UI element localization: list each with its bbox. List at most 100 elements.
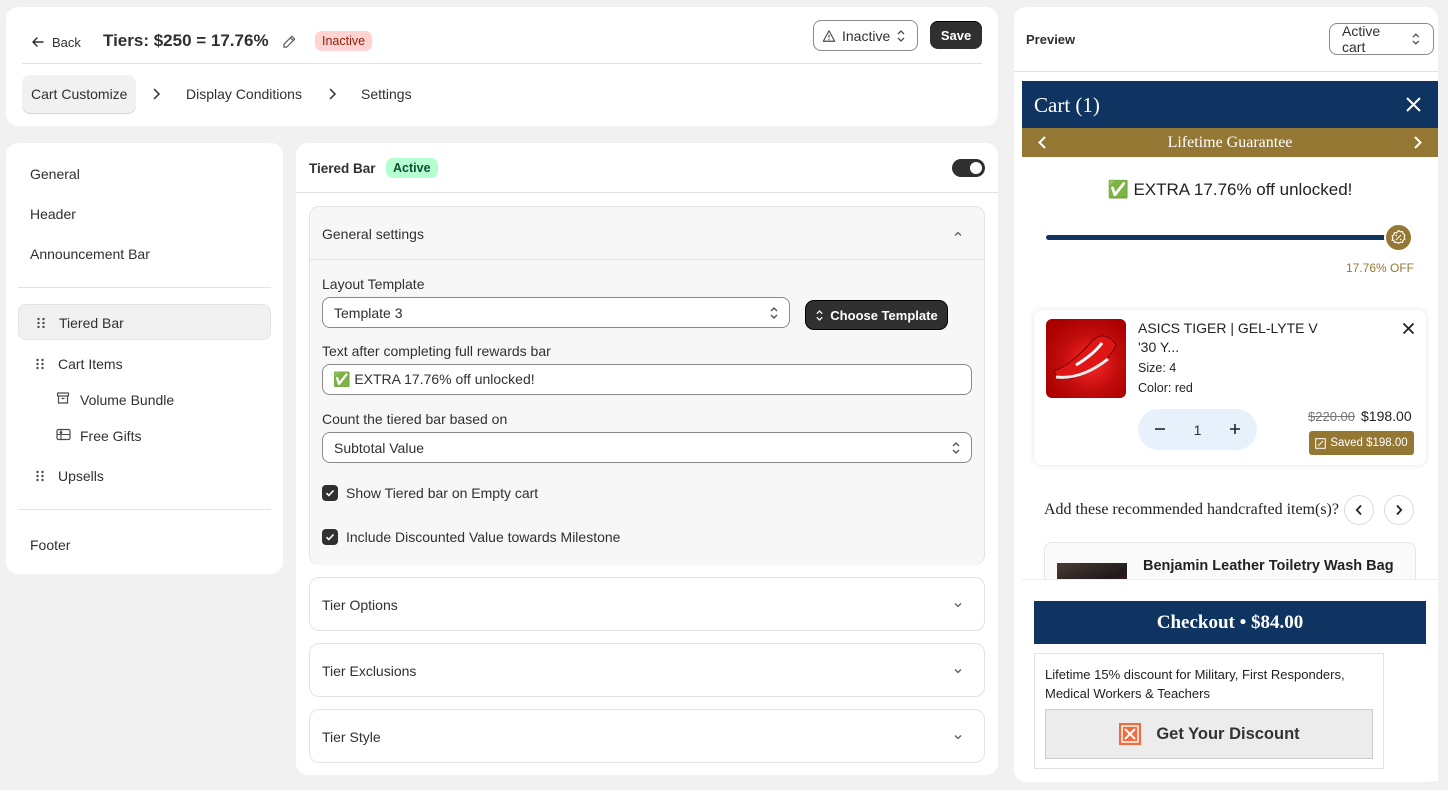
original-price: $220.00: [1308, 409, 1355, 424]
layout-template-label: Layout Template: [322, 276, 425, 292]
panel-title: Tiered Bar: [309, 161, 376, 176]
recommend-prev-button[interactable]: [1344, 495, 1374, 525]
layout-template-select[interactable]: Template 3: [322, 297, 790, 328]
sidebar-item-header[interactable]: Header: [30, 206, 76, 222]
tier-options-section[interactable]: Tier Options: [309, 577, 985, 631]
sidebar-divider: [18, 287, 271, 288]
chevron-up-icon[interactable]: [952, 227, 964, 243]
completion-text-value: ✅ EXTRA 17.76% off unlocked!: [333, 371, 535, 387]
page-title: Tiers: $250 = 17.76%: [103, 31, 269, 50]
chevron-down-icon[interactable]: [952, 730, 964, 746]
top-bar-card: Back Tiers: $250 = 17.76% Inactive Inact…: [6, 7, 998, 126]
step-display-conditions[interactable]: Display Conditions: [186, 75, 302, 113]
back-button[interactable]: Back: [30, 34, 81, 50]
cart-drawer-preview: Cart (1) Lifetime Guarantee ✅ EXTRA 17.7…: [1022, 81, 1438, 781]
drag-handle-icon[interactable]: [36, 316, 46, 332]
gift-card-icon: [56, 428, 71, 444]
enable-toggle[interactable]: [952, 159, 985, 177]
product-color: Color: red: [1138, 381, 1193, 395]
back-label: Back: [52, 34, 81, 50]
sidebar-item-tiered-bar[interactable]: [18, 304, 271, 340]
step-cart-customize[interactable]: Cart Customize: [22, 75, 137, 113]
product-size: Size: 4: [1138, 361, 1177, 375]
completion-text-input[interactable]: ✅ EXTRA 17.76% off unlocked!: [322, 364, 972, 395]
checkmark-icon: [325, 533, 335, 541]
quantity-value: 1: [1193, 421, 1202, 438]
choose-template-button[interactable]: Choose Template: [806, 301, 947, 329]
chevron-right-icon[interactable]: [1413, 135, 1423, 153]
status-select-value: Inactive: [842, 27, 891, 44]
status-select[interactable]: Inactive: [813, 20, 918, 51]
tier-milestone-badge-icon: [1384, 223, 1413, 252]
chevron-left-icon[interactable]: [1037, 135, 1047, 153]
sidebar-item-label: Tiered Bar: [59, 315, 124, 331]
count-basis-select[interactable]: Subtotal Value: [322, 432, 972, 463]
edit-title-icon[interactable]: [282, 34, 297, 52]
announcement-text: Lifetime Guarantee: [1167, 133, 1293, 151]
quantity-stepper: 1: [1138, 409, 1257, 450]
chevron-right-icon: [326, 87, 338, 104]
sidebar-item-free-gifts[interactable]: Free Gifts: [80, 428, 141, 444]
sidebar-item-cart-items[interactable]: Cart Items: [58, 356, 123, 372]
drag-handle-icon[interactable]: [35, 469, 45, 485]
status-badge: Inactive: [315, 31, 373, 51]
chevron-right-icon: [150, 87, 162, 104]
panel-header: Tiered Bar Active: [296, 143, 998, 193]
preview-title: Preview: [1026, 32, 1076, 47]
preview-state-value: Active cart: [1342, 23, 1381, 55]
minus-icon[interactable]: [1154, 422, 1166, 438]
savings-badge: Saved $198.00: [1309, 431, 1414, 455]
select-arrows-icon: [897, 29, 905, 42]
discount-widget: Lifetime 15% discount for Military, Firs…: [1034, 653, 1384, 769]
header-divider: [22, 63, 982, 64]
arrow-left-icon: [32, 37, 44, 47]
close-icon[interactable]: [1405, 96, 1422, 116]
save-button[interactable]: Save: [930, 21, 982, 49]
select-arrows-icon: [770, 307, 778, 319]
active-badge: Active: [386, 158, 438, 178]
toggle-knob: [970, 162, 982, 174]
completion-text-label: Text after completing full rewards bar: [322, 343, 551, 359]
recommend-next-button[interactable]: [1384, 495, 1414, 525]
unlocked-message: ✅ EXTRA 17.76% off unlocked!: [1107, 180, 1353, 199]
sidebar-item-announcement-bar[interactable]: Announcement Bar: [30, 246, 150, 262]
sidebar-divider: [18, 509, 271, 510]
tier-exclusions-section[interactable]: Tier Exclusions: [309, 643, 985, 697]
chevron-down-icon[interactable]: [952, 598, 964, 614]
sidebar: General Header Announcement Bar Tiered B…: [6, 143, 283, 574]
settings-panel: Tiered Bar Active General settings Layou…: [296, 143, 998, 775]
cart-footer: Checkout • $84.00 Lifetime 15% discount …: [1022, 579, 1438, 781]
plus-icon[interactable]: [1229, 422, 1241, 438]
chevron-down-icon[interactable]: [952, 664, 964, 680]
tier-options-title: Tier Options: [322, 597, 398, 613]
get-discount-label: Get Your Discount: [1156, 724, 1300, 743]
step-settings[interactable]: Settings: [361, 75, 412, 113]
show-on-empty-label: Show Tiered bar on Empty cart: [346, 485, 539, 501]
sidebar-item-volume-bundle[interactable]: Volume Bundle: [80, 392, 174, 408]
layout-template-value: Template 3: [334, 304, 403, 321]
announcement-bar: Lifetime Guarantee: [1022, 128, 1438, 157]
recommended-item-name: Benjamin Leather Toiletry Wash Bag: [1143, 558, 1394, 574]
sidebar-item-general[interactable]: General: [30, 166, 80, 182]
sale-price: $198.00: [1361, 408, 1412, 424]
warning-icon: [822, 29, 836, 42]
drag-handle-icon[interactable]: [35, 357, 45, 373]
remove-item-icon[interactable]: [1402, 322, 1415, 338]
include-discounted-checkbox[interactable]: [322, 529, 338, 545]
show-on-empty-checkbox[interactable]: [322, 485, 338, 501]
select-arrows-icon: [952, 442, 960, 454]
tier-progress-bar: [1046, 235, 1392, 240]
sidebar-item-footer[interactable]: Footer: [30, 537, 70, 553]
product-image: [1046, 319, 1126, 398]
sidebar-item-upsells[interactable]: Upsells: [58, 468, 104, 484]
discount-logo-icon: [1119, 723, 1142, 745]
savings-text: Saved $198.00: [1330, 437, 1408, 449]
checkout-button[interactable]: Checkout • $84.00: [1034, 601, 1426, 644]
tier-style-title: Tier Style: [322, 729, 381, 745]
chevron-left-icon: [1355, 504, 1362, 516]
get-discount-button[interactable]: Get Your Discount: [1045, 709, 1373, 759]
product-name: ASICS TIGER | GEL-LYTE V '30 Y...: [1138, 320, 1318, 355]
tier-style-section[interactable]: Tier Style: [309, 709, 985, 763]
preview-state-select[interactable]: Active cart: [1329, 23, 1434, 55]
count-basis-label: Count the tiered bar based on: [322, 411, 508, 427]
